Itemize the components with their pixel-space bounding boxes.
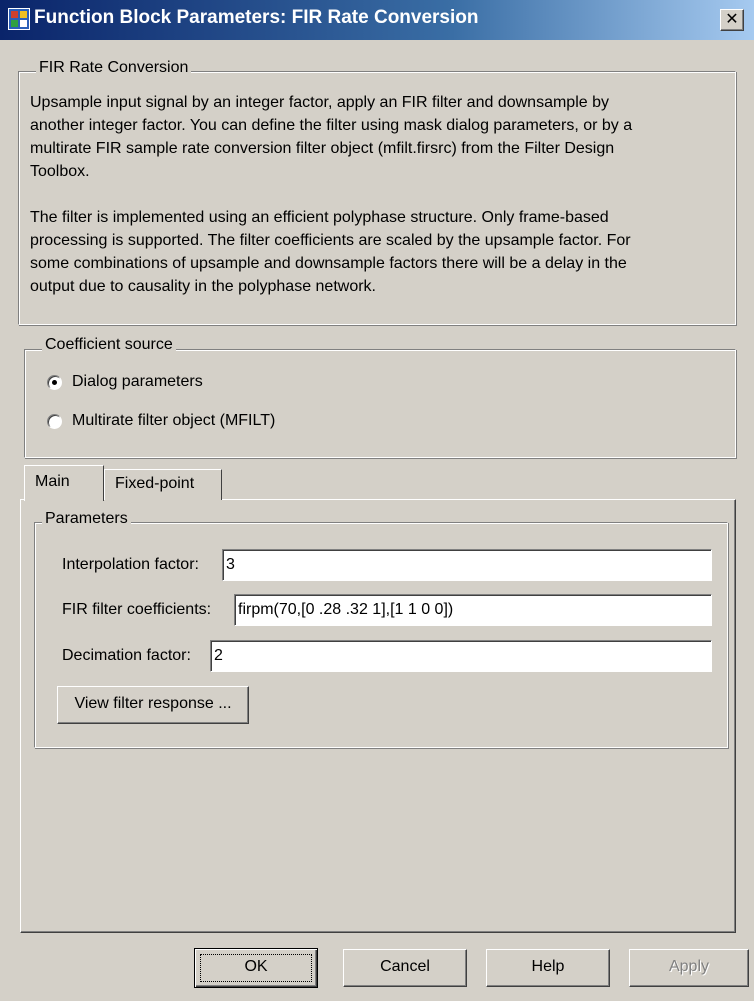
description-line: multirate FIR sample rate conversion fil… [30, 140, 615, 157]
cancel-button[interactable]: Cancel [343, 949, 467, 987]
title-bar[interactable]: Function Block Parameters: FIR Rate Conv… [0, 0, 754, 40]
decimation-factor-label: Decimation factor: [62, 647, 191, 664]
description-line: The filter is implemented using an effic… [30, 209, 609, 226]
tab-main[interactable]: Main [24, 465, 104, 501]
view-filter-response-button[interactable]: View filter response ... [57, 686, 249, 724]
description-line: some combinations of upsample and downsa… [30, 255, 627, 272]
cancel-label: Cancel [380, 958, 430, 975]
view-filter-response-label: View filter response ... [74, 695, 232, 712]
help-button[interactable]: Help [486, 949, 610, 987]
parameters-legend: Parameters [42, 510, 131, 528]
focus-rect [200, 954, 312, 982]
coefficient-source-legend: Coefficient source [42, 336, 176, 354]
interpolation-factor-label: Interpolation factor: [62, 556, 199, 573]
close-icon[interactable]: ✕ [720, 9, 744, 31]
description-legend: FIR Rate Conversion [36, 59, 192, 77]
description-line: processing is supported. The filter coef… [30, 232, 631, 249]
description-paragraph-2: The filter is implemented using an effic… [30, 206, 730, 298]
apply-label: Apply [668, 958, 710, 975]
fir-filter-coefficients-label: FIR filter coefficients: [62, 601, 212, 618]
simulink-block-icon [8, 8, 30, 30]
radio-label: Multirate filter object (MFILT) [72, 412, 276, 429]
description-line: output due to causality in the polyphase… [30, 278, 376, 295]
radio-label: Dialog parameters [72, 373, 203, 390]
description-line: another integer factor. You can define t… [30, 117, 633, 134]
window-title: Function Block Parameters: FIR Rate Conv… [34, 7, 479, 28]
interpolation-factor-field[interactable]: 3 [222, 549, 712, 581]
ok-button[interactable]: OK [194, 948, 318, 988]
help-label: Help [531, 958, 565, 975]
description-line: Toolbox. [30, 163, 90, 180]
radio-button-unchecked[interactable] [47, 413, 62, 429]
description-line: Upsample input signal by an integer fact… [30, 94, 609, 111]
fir-filter-coefficients-field[interactable]: firpm(70,[0 .28 .32 1],[1 1 0 0]) [234, 594, 712, 626]
decimation-factor-field[interactable]: 2 [210, 640, 712, 672]
radio-multirate-filter-object[interactable]: Multirate filter object (MFILT) [47, 412, 275, 430]
description-paragraph-1: Upsample input signal by an integer fact… [30, 91, 730, 183]
tab-fixed-point[interactable]: Fixed-point [104, 469, 222, 500]
radio-button-checked[interactable] [47, 374, 62, 390]
apply-button[interactable]: Apply [629, 949, 749, 987]
radio-dialog-parameters[interactable]: Dialog parameters [47, 373, 203, 391]
coefficient-source-group [24, 349, 736, 458]
